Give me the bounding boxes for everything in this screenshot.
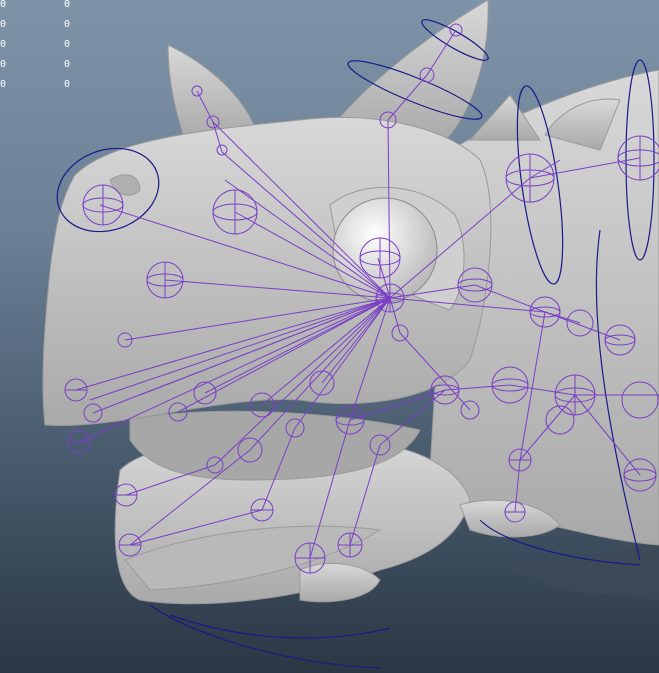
hud-value: 0 bbox=[64, 79, 71, 90]
hud-value: 0 bbox=[64, 59, 71, 70]
hud-value: 0 bbox=[0, 0, 7, 10]
hud-value: 0 bbox=[64, 19, 71, 30]
eye-mesh[interactable] bbox=[332, 197, 438, 303]
ear-horn-mesh bbox=[167, 44, 256, 141]
hud-value: 0 bbox=[64, 0, 71, 10]
hud-value: 0 bbox=[0, 59, 7, 70]
hud-value: 0 bbox=[64, 39, 71, 50]
ground-shadow bbox=[505, 545, 659, 600]
joint-lip-corner[interactable] bbox=[67, 430, 91, 454]
hud-row: 0 0 bbox=[0, 0, 90, 20]
creature-mesh[interactable] bbox=[42, 0, 659, 605]
3d-viewport[interactable]: 0 0 0 0 0 0 0 0 0 0 bbox=[0, 0, 659, 673]
hud-row: 0 0 bbox=[0, 79, 90, 100]
jaw-control-curve-b[interactable] bbox=[169, 614, 391, 639]
hud-value: 0 bbox=[0, 19, 7, 30]
hud-row: 0 0 bbox=[0, 59, 90, 80]
hud-value: 0 bbox=[0, 39, 7, 50]
joint-throat-b[interactable] bbox=[337, 532, 363, 558]
hud-value: 0 bbox=[0, 79, 7, 90]
hud-row: 0 0 bbox=[0, 39, 90, 60]
scene-canvas[interactable] bbox=[0, 0, 659, 673]
hud-row: 0 0 bbox=[0, 19, 90, 40]
joint-throat-a[interactable] bbox=[294, 542, 326, 574]
hud-stats: 0 0 0 0 0 0 0 0 0 0 bbox=[0, 0, 90, 100]
